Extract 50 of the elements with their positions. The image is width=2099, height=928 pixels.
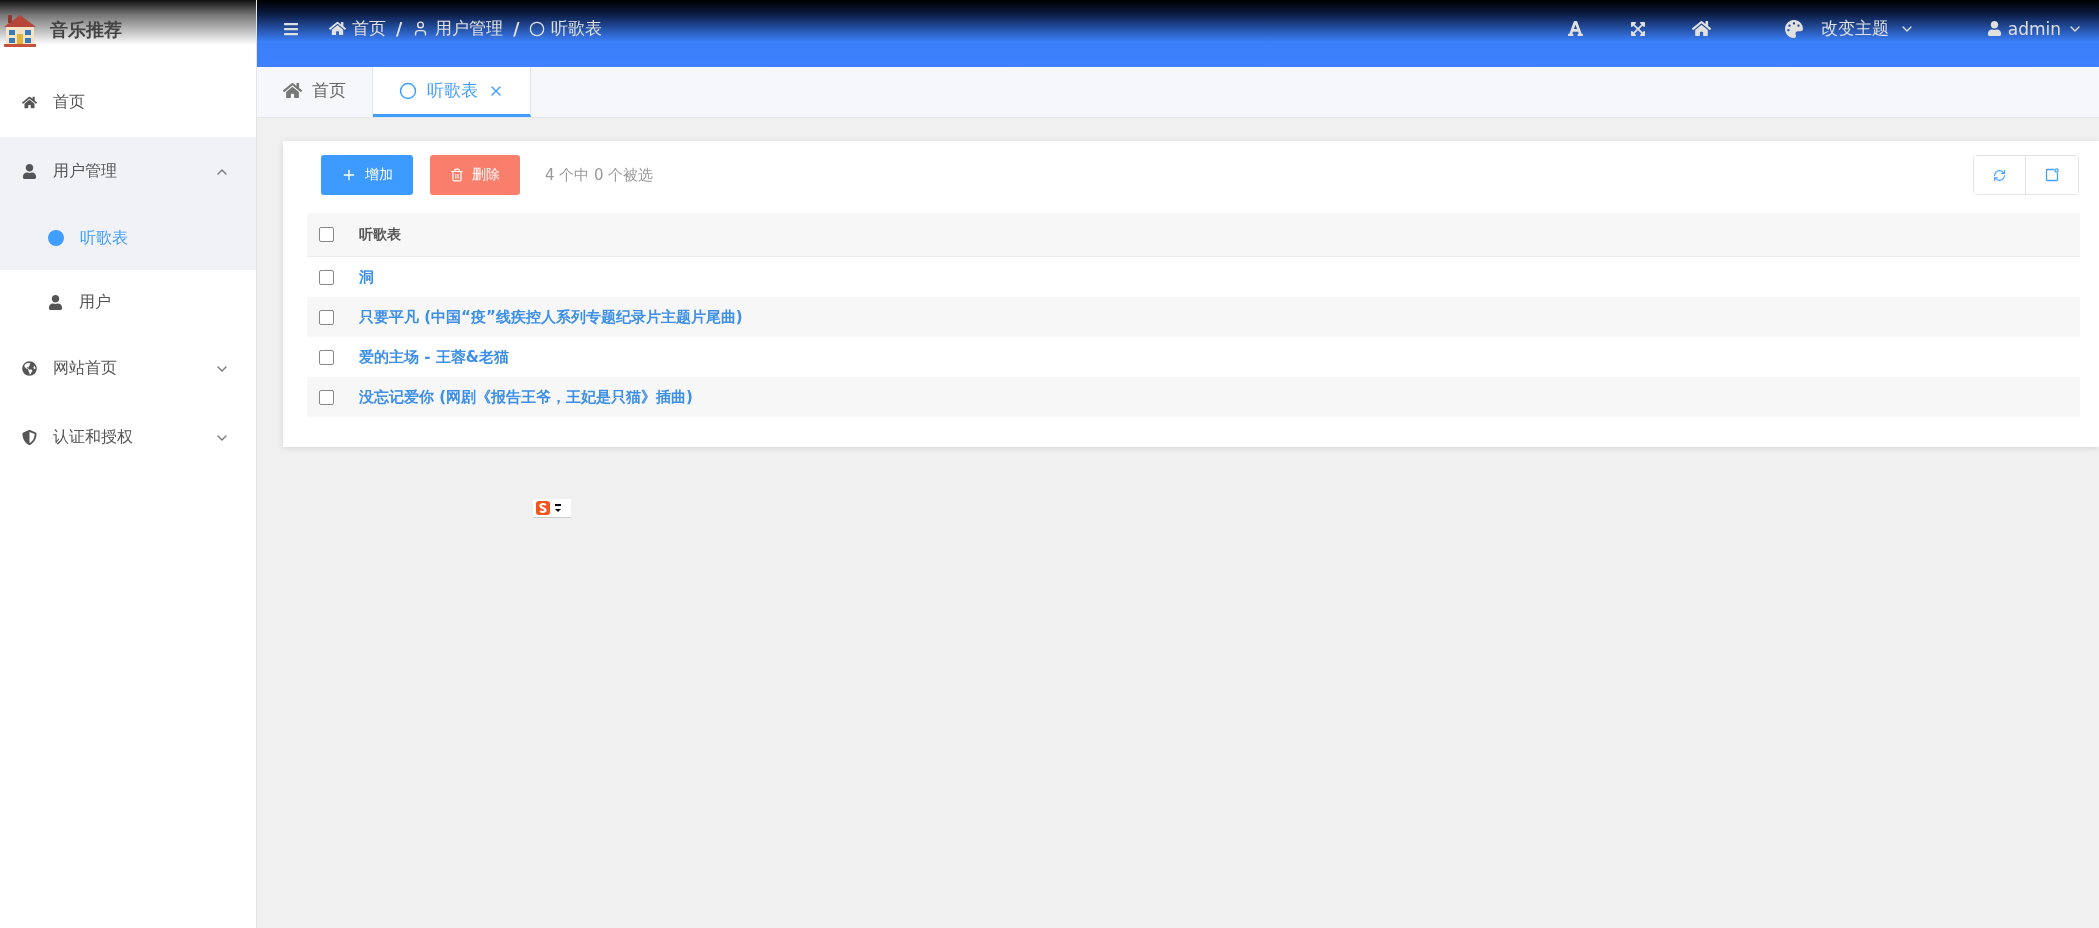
- dot-icon: [48, 230, 64, 246]
- sidebar-subitem[interactable]: 用户: [0, 270, 256, 334]
- shield-icon: [22, 430, 37, 445]
- home-icon: [329, 20, 346, 37]
- house-logo-icon: [2, 13, 38, 47]
- home-icon[interactable]: [1691, 19, 1711, 38]
- user-icon: [1986, 21, 2002, 36]
- sidebar-item[interactable]: 认证和授权: [0, 403, 256, 472]
- selection-count: 4 个中 0 个被选: [545, 165, 655, 185]
- circle-icon: [529, 20, 546, 37]
- user-icon: [22, 164, 37, 179]
- refresh-icon: [1993, 168, 2006, 182]
- palette-icon: [1784, 19, 1803, 38]
- square-dot-icon: [2045, 168, 2059, 182]
- breadcrumb-separator: /: [396, 18, 403, 39]
- checkbox[interactable]: [319, 227, 334, 242]
- add-button[interactable]: 增加: [321, 155, 413, 195]
- ime-logo-icon: [535, 501, 551, 515]
- song-link[interactable]: 只要平凡 (中国“疫”线疾控人系列专题纪录片主题片尾曲): [359, 307, 743, 327]
- home-icon: [283, 81, 302, 100]
- menu-icon[interactable]: [283, 20, 299, 37]
- sidebar-item[interactable]: 首页: [0, 68, 256, 137]
- checkbox[interactable]: [319, 309, 334, 325]
- sidebar-item[interactable]: 用户管理: [0, 137, 256, 206]
- song-link[interactable]: 爱的主场 - 王蓉&老猫: [359, 347, 509, 367]
- song-link[interactable]: 洞: [359, 267, 374, 287]
- user-dropdown[interactable]: admin: [1986, 18, 2083, 39]
- fullscreen-icon[interactable]: [1629, 20, 1646, 37]
- user-icon: [48, 294, 63, 310]
- ime-toolbar[interactable]: [533, 499, 571, 518]
- breadcrumb-link[interactable]: 用户管理: [412, 17, 504, 40]
- breadcrumb-link[interactable]: 首页: [329, 17, 386, 40]
- sidebar-item[interactable]: 网站首页: [0, 334, 256, 403]
- globe-icon: [22, 361, 37, 376]
- checkbox[interactable]: [319, 269, 334, 285]
- app-title: 音乐推荐: [50, 18, 122, 42]
- home-icon: [22, 95, 37, 110]
- breadcrumb-separator: /: [513, 18, 520, 39]
- theme-dropdown[interactable]: 改变主题: [1784, 17, 1915, 40]
- circle-icon: [399, 81, 417, 100]
- checkbox[interactable]: [319, 389, 334, 405]
- checkbox[interactable]: [319, 349, 334, 365]
- font-size-icon[interactable]: [1566, 20, 1584, 37]
- column-header: 听歌表: [359, 225, 401, 244]
- tab[interactable]: 听歌表: [373, 67, 531, 117]
- dropdown-icon: [555, 503, 561, 513]
- trash-icon: [450, 168, 464, 182]
- plus-icon: [341, 167, 357, 183]
- song-link[interactable]: 没忘记爱你 (网剧《报告王爷，王妃是只猫》插曲): [359, 387, 693, 407]
- breadcrumb-link[interactable]: 听歌表: [529, 17, 603, 40]
